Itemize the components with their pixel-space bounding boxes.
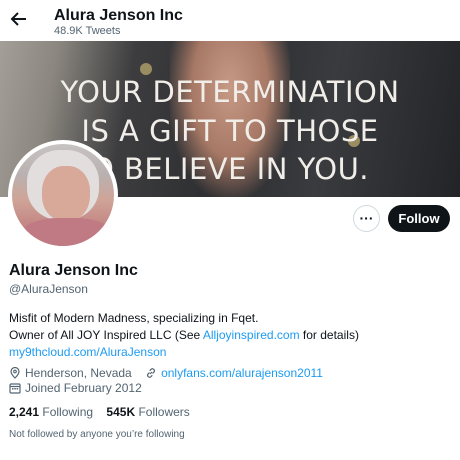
location-pin-icon: [9, 366, 21, 379]
website-link[interactable]: onlyfans.com/alurajenson2011: [161, 366, 323, 380]
follow-stats: 2,241 Following 545K Followers: [9, 405, 190, 419]
calendar-icon: [9, 382, 21, 394]
profile-avatar[interactable]: [8, 140, 118, 250]
profile-title: Alura Jenson Inc: [54, 7, 183, 24]
following-stat[interactable]: 2,241 Following: [9, 405, 93, 419]
link-icon: [145, 367, 157, 379]
followers-stat[interactable]: 545K Followers: [106, 405, 189, 419]
alljoy-link[interactable]: Alljoyinspired.com: [203, 328, 300, 342]
joined-text: Joined February 2012: [25, 381, 142, 395]
more-options-button[interactable]: ···: [353, 205, 380, 232]
bio-text: for details): [299, 328, 359, 342]
following-label: Following: [42, 405, 94, 419]
profile-name: Alura Jenson Inc: [9, 262, 138, 279]
avatar-face: [42, 166, 90, 221]
profile-meta-joined: Joined February 2012: [9, 381, 142, 395]
back-arrow-icon[interactable]: [10, 10, 28, 28]
my9thcloud-link[interactable]: my9thcloud.com/AluraJenson: [9, 345, 166, 359]
bio-text: Owner of All JOY Inspired LLC (See: [9, 328, 203, 342]
profile-meta-location: Henderson, Nevada onlyfans.com/alurajens…: [9, 366, 323, 380]
avatar-clothing: [22, 218, 112, 246]
tweet-count: 48.9K Tweets: [54, 25, 121, 37]
follow-button[interactable]: Follow: [388, 205, 450, 232]
followers-label: Followers: [138, 405, 190, 419]
not-followed-notice: Not followed by anyone you’re following: [9, 429, 185, 440]
following-count: 2,241: [9, 405, 40, 419]
banner-text-line: YOUR DETERMINATION: [60, 75, 400, 109]
location-text: Henderson, Nevada: [25, 366, 132, 380]
profile-handle: @AluraJenson: [9, 282, 88, 296]
bio-line: Owner of All JOY Inspired LLC (See Alljo…: [9, 327, 359, 344]
bio-line: my9thcloud.com/AluraJenson: [9, 344, 359, 361]
profile-bio: Misfit of Modern Madness, specializing i…: [9, 310, 359, 361]
followers-count: 545K: [106, 405, 136, 419]
profile-header: Alura Jenson Inc 48.9K Tweets: [0, 0, 460, 41]
bio-line: Misfit of Modern Madness, specializing i…: [9, 311, 259, 325]
